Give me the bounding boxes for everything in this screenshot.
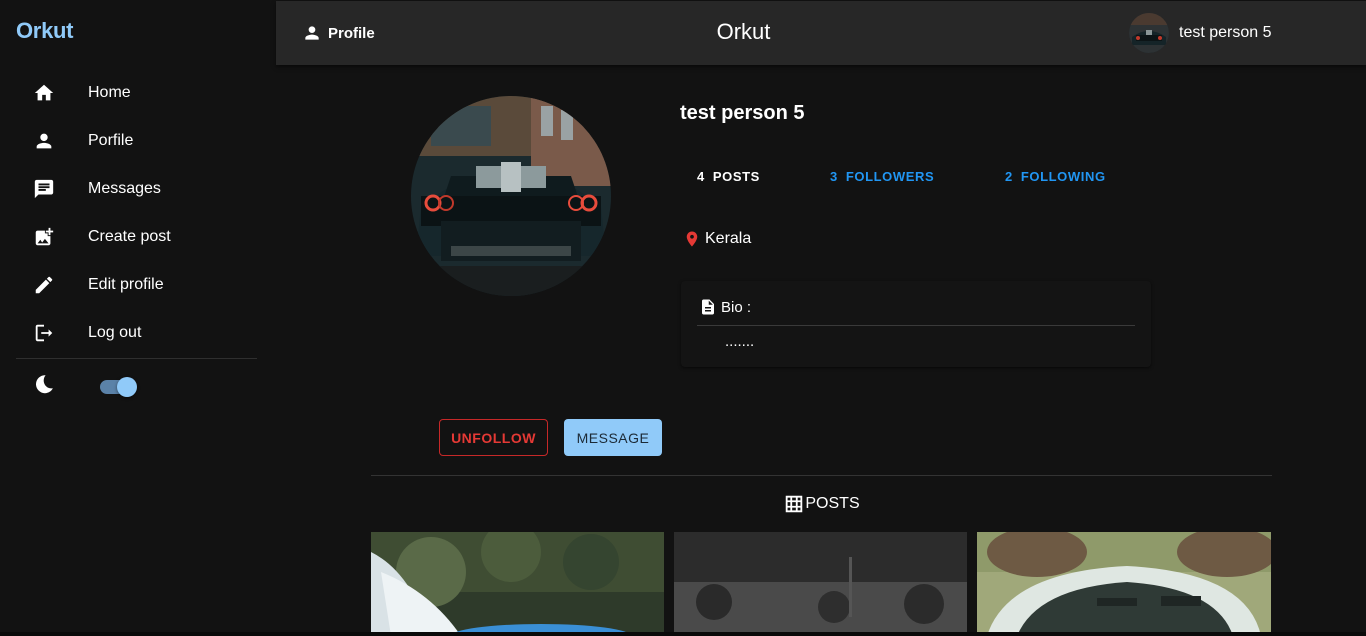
sidebar-item-create-post[interactable]: Create post (0, 213, 275, 261)
following-count: 2 (1005, 169, 1013, 184)
followers-label: FOLLOWERS (845, 169, 935, 184)
profile-photo (411, 96, 611, 296)
message-button[interactable]: MESSAGE (564, 419, 662, 456)
sidebar-item-label: Create post (88, 228, 171, 245)
unfollow-button[interactable]: UNFOLLOW (439, 419, 548, 456)
posts-label: POSTS (712, 169, 760, 184)
sidebar-divider (16, 358, 257, 359)
followers-count: 3 (830, 169, 838, 184)
profile-avatar (411, 96, 611, 296)
stat-following[interactable]: 2 FOLLOWING (1005, 169, 1106, 184)
logout-icon (32, 321, 56, 345)
sidebar-item-label: Log out (88, 324, 142, 341)
following-label: FOLLOWING (1020, 169, 1106, 184)
location-text: Kerala (705, 230, 752, 247)
bio-card: Bio : ....... (681, 281, 1151, 367)
location-pin-icon (686, 231, 698, 247)
sidebar-nav: Home Porfile Messages Create post Edit p… (0, 69, 275, 357)
pencil-icon (32, 273, 56, 297)
theme-row (32, 372, 138, 401)
bio-divider (697, 325, 1135, 326)
toggle-thumb (117, 376, 137, 397)
profile-location: Kerala (683, 229, 751, 249)
sidebar: Orkut Home Porfile Messages Create post (0, 0, 275, 636)
window-bottom-edge (0, 632, 1366, 636)
post-thumbnail[interactable] (371, 532, 664, 636)
sidebar-item-label: Edit profile (88, 276, 164, 293)
post-thumbnail[interactable] (674, 532, 967, 636)
stat-followers[interactable]: 3 FOLLOWERS (830, 169, 934, 184)
add-photo-icon (32, 225, 56, 249)
sidebar-item-home[interactable]: Home (0, 69, 275, 117)
sidebar-item-edit-profile[interactable]: Edit profile (0, 261, 275, 309)
sidebar-item-logout[interactable]: Log out (0, 309, 275, 357)
bio-text: ....... (725, 333, 755, 350)
post-thumbnail[interactable] (977, 532, 1271, 636)
profile-name: test person 5 (680, 102, 805, 124)
home-icon (32, 81, 56, 105)
bio-label: Bio : (721, 298, 752, 316)
bio-header: Bio : (699, 297, 751, 317)
person-icon (32, 129, 56, 153)
moon-icon (32, 372, 56, 401)
posts-count: 4 (697, 169, 705, 184)
avatar (1129, 13, 1169, 53)
dark-mode-toggle[interactable] (100, 373, 138, 401)
sidebar-item-profile[interactable]: Porfile (0, 117, 275, 165)
brand-logo[interactable]: Orkut (16, 18, 73, 44)
profile-stats: 4 POSTS 3 FOLLOWERS 2 FOLLOWING (0, 169, 1366, 189)
stat-posts[interactable]: 4 POSTS (697, 169, 760, 184)
sidebar-item-label: Porfile (88, 132, 134, 149)
document-icon (702, 299, 714, 315)
sidebar-item-label: Home (88, 84, 131, 101)
app-title: Orkut (716, 19, 771, 44)
app-bar: Profile Orkut test person 5 (276, 1, 1366, 65)
posts-tab[interactable]: POSTS (0, 493, 1366, 515)
user-menu[interactable]: test person 5 (1129, 13, 1272, 53)
posts-tab-label: POSTS (805, 495, 860, 512)
user-name: test person 5 (1179, 24, 1272, 41)
grid-icon (786, 495, 803, 513)
content-divider (371, 475, 1272, 476)
